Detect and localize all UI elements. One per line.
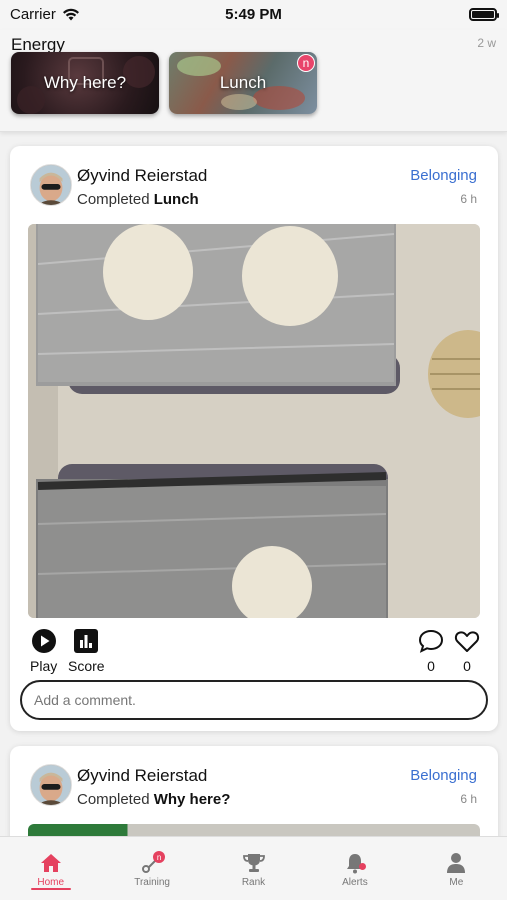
avatar[interactable] bbox=[30, 764, 72, 806]
post-author[interactable]: Øyvind Reierstad bbox=[77, 766, 207, 786]
completed-prefix: Completed bbox=[77, 791, 150, 808]
post-category[interactable]: Belonging bbox=[410, 767, 477, 784]
tab-label: Rank bbox=[241, 877, 266, 888]
post-actions: Play Score 0 0 bbox=[28, 628, 480, 678]
tab-label: Training bbox=[134, 877, 170, 888]
story-label: Lunch bbox=[219, 73, 267, 92]
completed-prefix: Completed bbox=[77, 191, 150, 208]
post-subtitle: Completed Why here? bbox=[77, 791, 230, 808]
post-time: 6 h bbox=[460, 192, 477, 206]
stories-age: 2 w bbox=[477, 36, 496, 50]
tab-alerts[interactable]: Alerts bbox=[304, 837, 405, 900]
trophy-icon bbox=[242, 854, 265, 872]
play-label: Play bbox=[30, 658, 58, 674]
clock: 5:49 PM bbox=[225, 6, 282, 23]
comment-icon bbox=[418, 629, 444, 653]
status-bar: Carrier 5:49 PM bbox=[0, 0, 507, 30]
comment-input[interactable] bbox=[34, 692, 474, 708]
notification-badge: n bbox=[153, 851, 166, 863]
tab-label: Home bbox=[37, 877, 65, 888]
tab-bar: Home n Training Rank Alerts Me bbox=[0, 836, 507, 900]
post-category[interactable]: Belonging bbox=[410, 167, 477, 184]
tab-me[interactable]: Me bbox=[406, 837, 507, 900]
comment-button[interactable]: 0 bbox=[418, 628, 444, 674]
post-photo[interactable] bbox=[28, 224, 480, 618]
dough-photo bbox=[28, 224, 480, 618]
post-activity[interactable]: Why here? bbox=[154, 791, 231, 808]
score-label: Score bbox=[68, 658, 105, 674]
post-card: Øyvind Reierstad Completed Lunch Belongi… bbox=[10, 146, 498, 731]
story-card-lunch[interactable]: Lunch n bbox=[169, 52, 317, 114]
heart-icon bbox=[454, 631, 480, 652]
comment-count: 0 bbox=[427, 658, 435, 674]
stories-section: Energy 2 w Why here? Lunch n bbox=[0, 30, 507, 132]
person-icon bbox=[447, 853, 466, 873]
avatar-photo bbox=[31, 765, 71, 805]
post-time: 6 h bbox=[460, 792, 477, 806]
like-count: 0 bbox=[463, 658, 471, 674]
story-label: Why here? bbox=[43, 73, 127, 92]
tab-label: Me bbox=[449, 877, 464, 888]
post-subtitle: Completed Lunch bbox=[77, 191, 199, 208]
comment-input-box[interactable] bbox=[20, 680, 488, 720]
bar-chart-icon bbox=[74, 629, 99, 653]
play-icon bbox=[31, 629, 56, 653]
avatar[interactable] bbox=[30, 164, 72, 206]
tab-training[interactable]: n Training bbox=[101, 837, 202, 900]
post-activity[interactable]: Lunch bbox=[154, 191, 199, 208]
play-button[interactable]: Play bbox=[30, 628, 57, 674]
score-button[interactable]: Score bbox=[68, 628, 105, 674]
tab-rank[interactable]: Rank bbox=[203, 837, 304, 900]
like-button[interactable]: 0 bbox=[454, 628, 480, 674]
tab-label: Alerts bbox=[342, 877, 368, 888]
avatar-photo bbox=[31, 165, 71, 205]
post-author[interactable]: Øyvind Reierstad bbox=[77, 166, 207, 186]
story-card-why-here[interactable]: Why here? bbox=[11, 52, 159, 114]
battery-icon bbox=[469, 8, 499, 21]
alert-dot bbox=[358, 863, 366, 870]
tab-home[interactable]: Home bbox=[0, 837, 101, 900]
home-icon bbox=[40, 854, 61, 872]
notification-badge: n bbox=[297, 54, 315, 72]
